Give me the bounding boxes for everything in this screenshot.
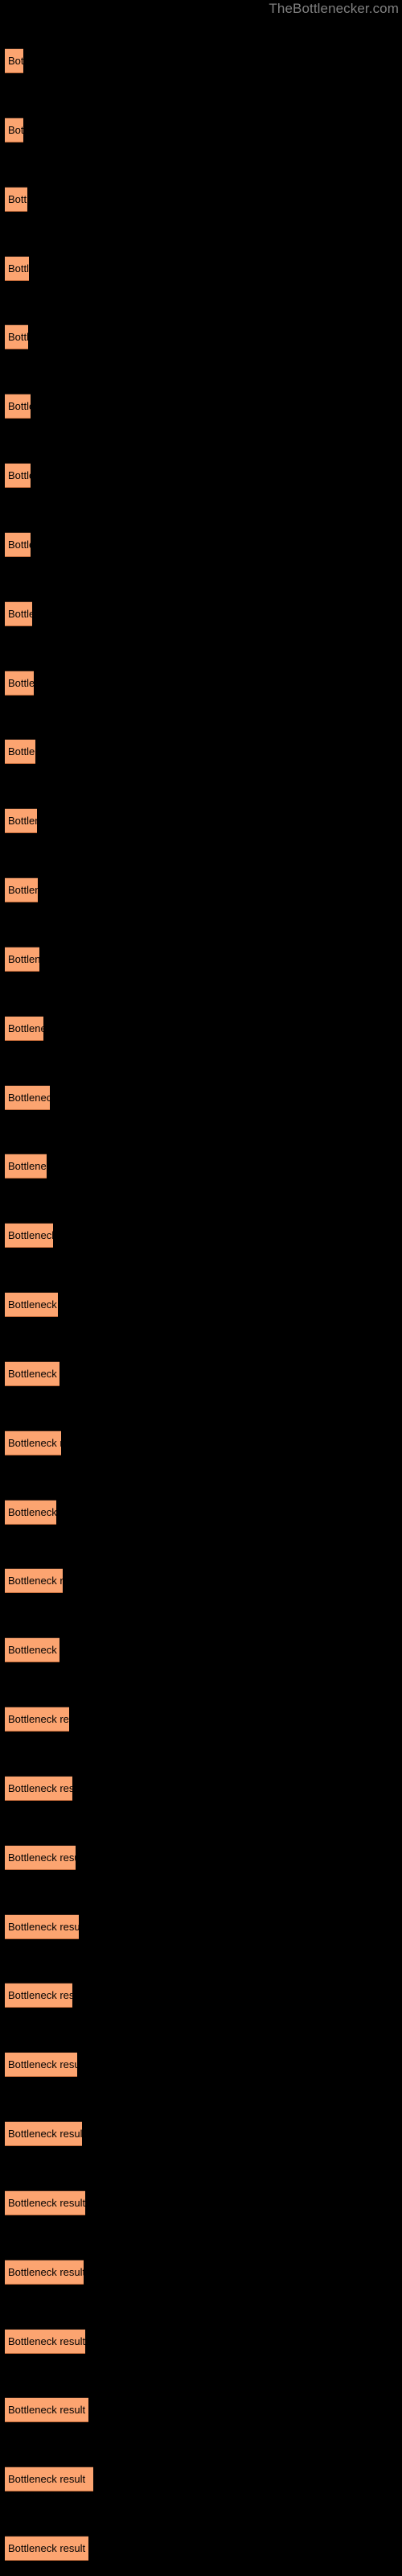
bar-row: Bottleneck result [0,1568,402,1593]
bar[interactable] [5,739,35,764]
bar[interactable] [5,2190,85,2215]
bar[interactable] [5,2329,85,2354]
bar[interactable] [5,1914,79,1939]
bar-row: Bottleneck result [0,2121,402,2146]
bar[interactable] [5,601,32,626]
bar[interactable] [5,1016,43,1041]
bar-row: Bottleneck result [0,2329,402,2354]
bar[interactable] [5,1637,59,1662]
bar[interactable] [5,1568,63,1593]
bar[interactable] [5,877,38,902]
bar-row: Bottleneck result [0,1016,402,1041]
bar[interactable] [5,808,37,833]
bar[interactable] [5,256,29,281]
bar[interactable] [5,1361,59,1386]
bar-row: Bottleneck result [0,1983,402,2008]
bar-row: Bottleneck result [0,1361,402,1386]
bar-row: Bottleneck result [0,1914,402,1939]
bar[interactable] [5,187,27,212]
bar-row: Bottleneck result [0,324,402,349]
bar-row: Bottleneck result [0,2536,402,2561]
bar[interactable] [5,532,31,557]
bar[interactable] [5,1430,61,1455]
bar[interactable] [5,1223,53,1248]
bar[interactable] [5,394,31,419]
bar-row: Bottleneck result [0,1154,402,1179]
bar[interactable] [5,2052,77,2077]
bar[interactable] [5,1292,58,1317]
bar-row: Bottleneck result [0,118,402,142]
bar-row: Bottleneck result [0,877,402,902]
bar-row: Bottleneck result [0,1085,402,1110]
bar-row: Bottleneck result [0,2260,402,2285]
bar-row: Bottleneck result [0,1776,402,1801]
bar-row: Bottleneck result [0,1500,402,1525]
bar[interactable] [5,2121,82,2146]
bar[interactable] [5,2536,88,2561]
bar-row: Bottleneck result [0,1292,402,1317]
bar[interactable] [5,2397,88,2422]
bar-row: Bottleneck result [0,1845,402,1870]
bar-row: Bottleneck result [0,1223,402,1248]
bar-row: Bottleneck result [0,1430,402,1455]
bar[interactable] [5,1983,72,2008]
bar-row: Bottleneck result [0,463,402,488]
bar-row: Bottleneck result [0,808,402,833]
bar[interactable] [5,947,39,972]
bar[interactable] [5,48,23,73]
bar-row: Bottleneck result [0,1707,402,1732]
bar[interactable] [5,1845,76,1870]
bar[interactable] [5,2260,84,2285]
bar-row: Bottleneck result [0,48,402,73]
bar-row: Bottleneck result [0,1637,402,1662]
bar-row: Bottleneck result [0,947,402,972]
bar-row: Bottleneck result [0,2190,402,2215]
bar[interactable] [5,1085,50,1110]
bar[interactable] [5,2467,93,2491]
bar[interactable] [5,1776,72,1801]
bar-row: Bottleneck result [0,2397,402,2422]
bar-row: Bottleneck result [0,2052,402,2077]
bar-row: Bottleneck result [0,2467,402,2491]
bar-row: Bottleneck result [0,256,402,281]
bottleneck-bar-chart: Bottleneck result Bottleneck result Bottle… [0,0,402,2576]
bar-row: Bottleneck result [0,394,402,419]
bar[interactable] [5,118,23,142]
bar[interactable] [5,324,28,349]
bar[interactable] [5,1707,69,1732]
bar[interactable] [5,1500,56,1525]
bar-row: Bottleneck result [0,739,402,764]
bar-row: Bottleneck result [0,601,402,626]
bar-row: Bottleneck result [0,187,402,212]
bar-row: Bottleneck result [0,671,402,696]
bar[interactable] [5,1154,47,1179]
bar[interactable] [5,671,34,696]
bar[interactable] [5,463,31,488]
bar-row: Bottleneck result [0,532,402,557]
